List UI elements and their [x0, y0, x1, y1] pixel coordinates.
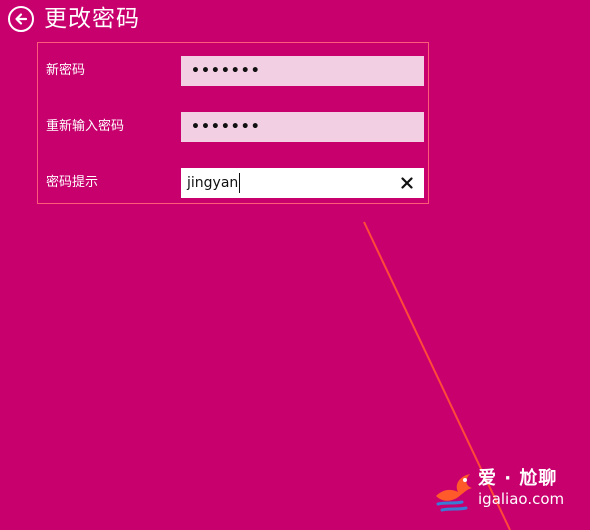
watermark-url: igaliao.com [478, 490, 565, 508]
confirm-password-value: ••••••• [191, 119, 261, 135]
page-title: 更改密码 [44, 6, 140, 32]
bird-logo-icon [432, 466, 476, 518]
confirm-password-field[interactable]: ••••••• [181, 112, 424, 142]
new-password-value: ••••••• [191, 63, 261, 79]
back-arrow-icon [14, 12, 28, 26]
password-hint-value: jingyan [187, 173, 241, 193]
clear-button[interactable] [398, 174, 416, 192]
new-password-field[interactable]: ••••••• [181, 56, 424, 86]
new-password-label: 新密码 [46, 63, 86, 78]
new-password-row: 新密码 ••••••• [38, 56, 428, 86]
header: 更改密码 [8, 4, 140, 34]
password-hint-label: 密码提示 [46, 175, 99, 190]
password-hint-row: 密码提示 jingyan [38, 168, 428, 198]
confirm-password-label: 重新输入密码 [46, 119, 125, 134]
password-hint-field[interactable]: jingyan [181, 168, 424, 198]
back-button[interactable] [8, 6, 34, 32]
close-icon [401, 174, 413, 193]
confirm-password-row: 重新输入密码 ••••••• [38, 112, 428, 142]
watermark-brand: 爱 · 尬聊 [478, 468, 558, 489]
password-form: 新密码 ••••••• 重新输入密码 ••••••• 密码提示 jingyan [37, 42, 429, 204]
watermark: 爱 · 尬聊 igaliao.com [432, 464, 584, 520]
